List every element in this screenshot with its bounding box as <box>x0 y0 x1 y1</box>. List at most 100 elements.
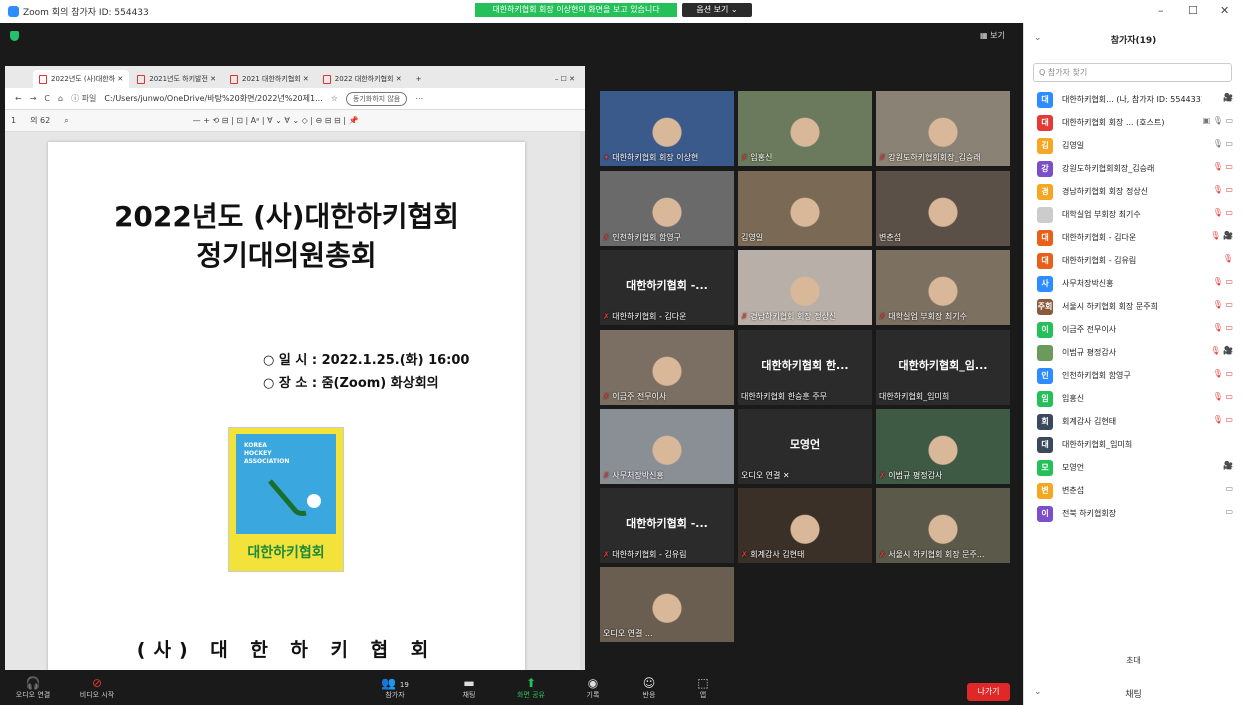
tile-participant-name: ✦ 대한하키협회 회장 이상현 <box>603 153 699 162</box>
participants-button[interactable]: 👥 19 참가자 <box>370 676 420 700</box>
video-tile[interactable]: 변춘섭 <box>876 171 1010 246</box>
apps-button[interactable]: ⬚ 앱 <box>678 676 728 700</box>
title-bar: Zoom 회의 참가자 ID: 554433 대한하키협회 회장 이상현의 화면… <box>0 0 1242 23</box>
shield-icon[interactable] <box>10 31 19 41</box>
participant-row[interactable]: 이범규 평정감사 🎙 🎥 <box>1024 342 1242 365</box>
tab-4[interactable]: 2022 대한하키협회 ✕ <box>317 70 408 88</box>
tile-center-name: 대한하키협회 -... <box>626 517 708 530</box>
scrollbar[interactable] <box>580 132 585 670</box>
more-icon[interactable]: ⋯ <box>415 94 423 103</box>
participant-row[interactable]: 변 변춘섭 ▭ <box>1024 480 1242 503</box>
video-tile[interactable]: ✗ 서울시 하키협회 회장 문주... <box>876 488 1010 563</box>
video-tile[interactable]: ✗ 이금주 전무이사 <box>600 330 734 405</box>
participants-panel: ⌄ 참가자(19) Q 참가자 찾기 대 대한하키협회... (나, 참가자 ID… <box>1023 23 1242 705</box>
video-tile[interactable]: 모영언 오디오 연결 ✕ <box>738 409 872 484</box>
refresh-icon[interactable]: C <box>44 94 50 103</box>
participant-row[interactable]: 임 임홍신 🎙 ▭ <box>1024 388 1242 411</box>
video-tile[interactable]: ✗ 강원도하키협회회장_김승래 <box>876 91 1010 166</box>
participant-status-icons: 🎙 🎥 <box>1210 231 1233 240</box>
pdf-tools[interactable]: — + ⟲ ⊟ | ⊡ | Aᵃ | ∀ ⌄ ∀ ⌄ ◇ | ⊖ ⊟ ⊟ | 📌 <box>193 116 359 125</box>
participant-row[interactable]: 대 대한하키협회 - 김다운 🎙 🎥 <box>1024 227 1242 250</box>
video-button[interactable]: ⊘ 비디오 시작 <box>72 676 122 700</box>
participant-row[interactable]: 대 대한하키협회_임미희 <box>1024 434 1242 457</box>
tile-participant-name: ✗ 임홍신 <box>741 153 773 162</box>
tile-participant-name: ✗ 서울시 하키협회 회장 문주... <box>879 550 985 559</box>
search-icon[interactable]: ⌕ <box>64 116 68 126</box>
video-tile[interactable]: 대한하키협회 -... ✗ 대한하키협회 - 김다운 <box>600 250 734 325</box>
record-button[interactable]: ◉ 기록 <box>568 676 618 700</box>
tile-center-name: 대한하키협회 한... <box>761 359 849 372</box>
invite-button[interactable]: 초대 <box>1024 655 1242 666</box>
back-icon[interactable]: ← <box>15 94 22 103</box>
avatar: 사 <box>1037 276 1053 292</box>
pdf-page: 2022년도 (사)대한하키협회 정기대의원총회 ○ 일 시 : 2022.1.2… <box>48 142 525 670</box>
pdf-toolbar: 1 의 62 ⌕ — + ⟲ ⊟ | ⊡ | Aᵃ | ∀ ⌄ ∀ ⌄ ◇ | … <box>5 110 585 132</box>
video-tile[interactable]: 대한하키협회_임... 대한하키협회_임미희 <box>876 330 1010 405</box>
tab-2[interactable]: 2021년도 하키발전 ✕ <box>131 70 222 88</box>
participant-row[interactable]: 인 인천하키협회 함영구 🎙 ▭ <box>1024 365 1242 388</box>
browser-window-controls[interactable]: – ☐ ✕ <box>549 70 585 88</box>
participant-row[interactable]: 김 김영일 🎙 ▭ <box>1024 135 1242 158</box>
view-button[interactable]: ▦ 보기 <box>980 30 1005 41</box>
participant-search-input[interactable]: Q 참가자 찾기 <box>1033 63 1232 82</box>
participant-row[interactable]: 경 경남하키협회 회장 정상신 🎙 ▭ <box>1024 181 1242 204</box>
participant-row[interactable]: 대 대한하키협회 회장 ... (호스트) ▣ 🎙 ▭ <box>1024 112 1242 135</box>
pdf-icon <box>39 74 47 84</box>
leave-button[interactable]: 나가기 <box>967 683 1010 701</box>
video-tile[interactable]: ✗ 대학실업 부회장 최기수 <box>876 250 1010 325</box>
participant-row[interactable]: 이 전북 하키협회장 ▭ <box>1024 503 1242 526</box>
video-tile[interactable]: 오디오 연결 ... <box>600 567 734 642</box>
participant-row[interactable]: 이 이금주 전무이사 🎙 ▭ <box>1024 319 1242 342</box>
url-field[interactable]: C:/Users/junwo/OneDrive/바탕%20화면/2022년%20… <box>104 93 322 104</box>
video-tile[interactable]: 대한하키협회 한... 대한하키협회 한승훈 주무 <box>738 330 872 405</box>
video-tile[interactable]: ✗ 회계감사 김현태 <box>738 488 872 563</box>
participant-row[interactable]: 주회 서울시 하키협회 회장 문주희 🎙 ▭ <box>1024 296 1242 319</box>
tile-participant-name: ✗ 대학실업 부회장 최기수 <box>879 312 967 321</box>
tab-1[interactable]: 2022년도 (사)대한하 ✕ <box>33 70 130 88</box>
maximize-button[interactable]: ☐ <box>1188 4 1198 17</box>
pdf-viewer[interactable]: 2022년도 (사)대한하키협회 정기대의원총회 ○ 일 시 : 2022.1.2… <box>5 132 580 670</box>
video-tile[interactable]: 김영일 <box>738 171 872 246</box>
page-total: 의 62 <box>30 116 51 125</box>
audio-button[interactable]: 🎧 오디오 연결 <box>8 676 58 700</box>
participant-row[interactable]: 대 대한하키협회 - 김유림 🎙 <box>1024 250 1242 273</box>
new-tab-button[interactable]: + <box>410 70 428 88</box>
video-tile[interactable]: ✗ 인천하키협회 함영구 <box>600 171 734 246</box>
participant-row[interactable]: 대학실업 부회장 최기수 🎙 ▭ <box>1024 204 1242 227</box>
minimize-button[interactable]: – <box>1158 4 1164 17</box>
video-tile[interactable]: ✗ 임홍신 <box>738 91 872 166</box>
participant-row[interactable]: 대 대한하키협회... (나, 참가자 ID: 554433) 🎥 <box>1024 89 1242 112</box>
participant-row[interactable]: 강 강원도하키협회회장_김승래 🎙 ▭ <box>1024 158 1242 181</box>
tile-participant-name: ✗ 대한하키협회 - 김유림 <box>603 550 687 559</box>
home-icon[interactable]: ⌂ <box>58 94 63 103</box>
video-tile[interactable]: ✗ 경남하키협회 회장 정상신 <box>738 250 872 325</box>
chat-button[interactable]: ▬ 채팅 <box>444 676 494 700</box>
participant-name: 전북 하키협회장 <box>1062 509 1117 518</box>
page-number[interactable]: 1 <box>11 116 16 125</box>
video-tile[interactable]: ✗ 사무처장박신홍 <box>600 409 734 484</box>
participant-row[interactable]: 모 모영언 🎥 <box>1024 457 1242 480</box>
participant-row[interactable]: 회 회계감사 김현태 🎙 ▭ <box>1024 411 1242 434</box>
chat-section[interactable]: 채팅 <box>1024 687 1242 700</box>
participant-name: 경남하키협회 회장 정상신 <box>1062 187 1149 196</box>
avatar: 임 <box>1037 391 1053 407</box>
tab-3[interactable]: 2021 대한하키협회 ✕ <box>224 70 315 88</box>
participant-name: 대한하키협회_임미희 <box>1062 440 1133 449</box>
participant-status-icons: 🎥 <box>1223 93 1233 102</box>
participant-name: 대한하키협회 회장 ... (호스트) <box>1062 118 1165 127</box>
view-options-button[interactable]: 옵션 보기 ⌄ <box>682 3 752 17</box>
video-tile[interactable]: ✦ 대한하키협회 회장 이상현 <box>600 91 734 166</box>
share-screen-button[interactable]: ⬆ 화면 공유 <box>506 676 556 700</box>
tile-participant-name: ✗ 이금주 전무이사 <box>603 392 667 401</box>
participant-row[interactable]: 사 사무처장박신홍 🎙 ▭ <box>1024 273 1242 296</box>
share-banner: 대한하키협회 회장 이상현의 화면을 보고 있습니다 <box>475 3 677 17</box>
video-tile[interactable]: ✗ 이범규 평정감사 <box>876 409 1010 484</box>
sync-button[interactable]: 동기화하지 않음 <box>345 91 408 106</box>
avatar: 변 <box>1037 483 1053 499</box>
favorite-icon[interactable]: ☆ <box>331 94 338 103</box>
avatar: 대 <box>1037 437 1053 453</box>
video-tile[interactable]: 대한하키협회 -... ✗ 대한하키협회 - 김유림 <box>600 488 734 563</box>
reactions-button[interactable]: ☺ 반응 <box>624 676 674 700</box>
close-button[interactable]: ✕ <box>1220 4 1229 17</box>
forward-icon[interactable]: → <box>30 94 37 103</box>
